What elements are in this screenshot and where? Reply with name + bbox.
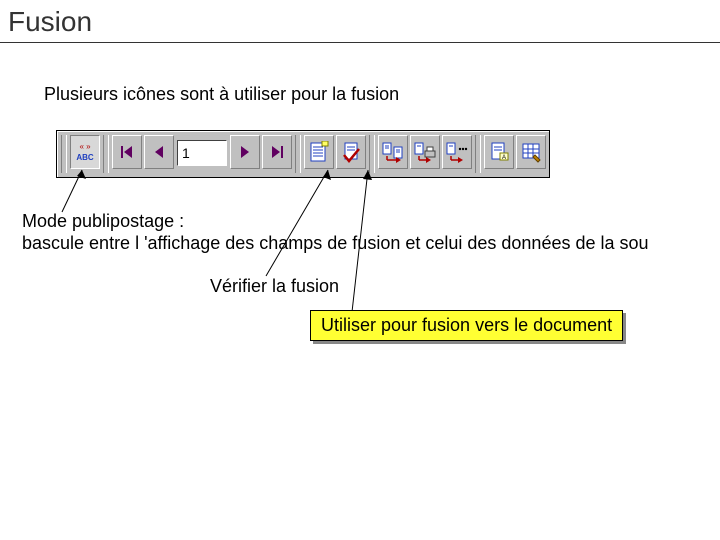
- toolbar-separator: [103, 135, 109, 173]
- toolbar-separator: [369, 135, 375, 173]
- title-rule: [0, 42, 720, 43]
- toolbar-separator: [61, 135, 67, 173]
- verify-fusion-text: Vérifier la fusion: [210, 276, 339, 297]
- page-title: Fusion: [8, 6, 92, 38]
- toolbar-separator: [295, 135, 301, 173]
- merge-options-icon: [446, 141, 468, 163]
- mode-publipostage-text: Mode publipostage : bascule entre l 'aff…: [22, 210, 649, 254]
- merge-options-button[interactable]: [442, 135, 472, 169]
- svg-text:A: A: [502, 155, 506, 161]
- svg-text:« »: « »: [79, 142, 91, 151]
- edit-data-source-icon: [521, 141, 541, 163]
- next-record-button[interactable]: [230, 135, 260, 169]
- abc-toggle-icon: « » ABC: [74, 140, 96, 164]
- merge-to-printer-button[interactable]: [410, 135, 440, 169]
- find-record-button[interactable]: A: [484, 135, 514, 169]
- last-record-button[interactable]: [262, 135, 292, 169]
- merge-to-document-button[interactable]: [378, 135, 408, 169]
- svg-text:ABC: ABC: [76, 153, 94, 162]
- mail-merge-toolbar: « » ABC 1: [56, 130, 550, 178]
- toolbar-separator: [475, 135, 481, 173]
- record-number-input[interactable]: 1: [177, 140, 227, 166]
- last-record-icon: [269, 144, 285, 160]
- mail-merge-helper-button[interactable]: [304, 135, 334, 169]
- edit-data-source-button[interactable]: [516, 135, 546, 169]
- find-record-icon: A: [489, 141, 509, 163]
- merge-to-doc-icon: [382, 141, 404, 163]
- check-errors-button[interactable]: [336, 135, 366, 169]
- toolbar-frame: « » ABC 1: [56, 130, 550, 178]
- first-record-button[interactable]: [112, 135, 142, 169]
- prev-record-button[interactable]: [144, 135, 174, 169]
- use-for-merge-callout: Utiliser pour fusion vers le document: [310, 310, 623, 341]
- intro-text: Plusieurs icônes sont à utiliser pour la…: [44, 84, 399, 105]
- check-merge-icon: [341, 141, 361, 163]
- mail-merge-source-icon: [309, 141, 329, 163]
- callout-lines: [0, 0, 720, 540]
- prev-record-icon: [152, 144, 166, 160]
- view-merged-data-button[interactable]: « » ABC: [70, 135, 100, 169]
- next-record-icon: [238, 144, 252, 160]
- merge-to-printer-icon: [414, 141, 436, 163]
- first-record-icon: [119, 144, 135, 160]
